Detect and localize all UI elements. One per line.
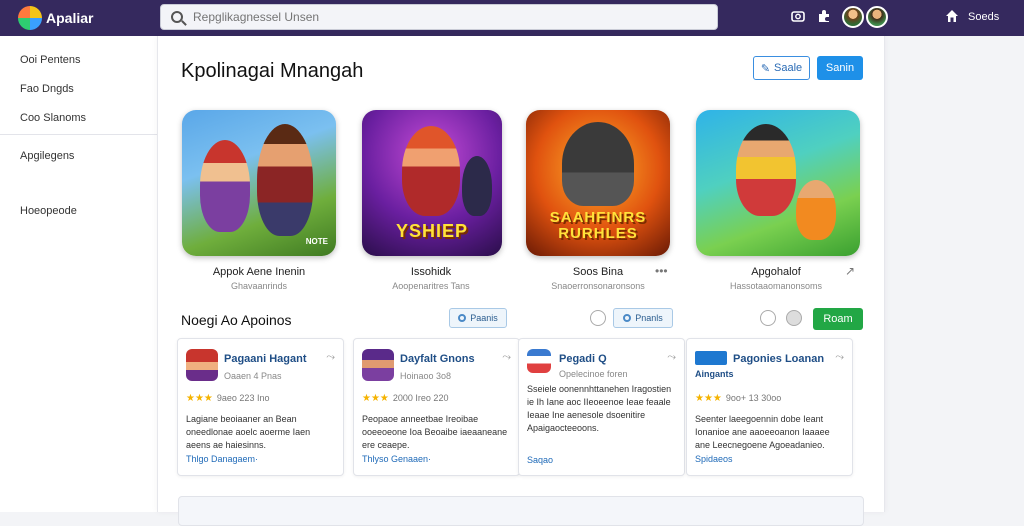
home-icon[interactable] xyxy=(944,9,960,25)
tile-subtitle: Ghavaanrinds xyxy=(230,281,288,291)
app-brand[interactable]: Apaliar xyxy=(46,10,93,26)
card-title[interactable]: Pagonies Loanan xyxy=(733,353,824,365)
app-card[interactable]: Pagaani Hagant ⤳ Oaaen 4 Pnas ★★★ 9aeo 22… xyxy=(177,338,344,476)
tile-logo-text: YSHIEP xyxy=(395,221,469,241)
radio-icon xyxy=(623,314,632,322)
camera-icon[interactable] xyxy=(790,9,806,25)
partial-card-row[interactable] xyxy=(178,496,864,526)
rating-meta: 9aeo 223 Ino xyxy=(216,393,270,403)
rating: ★★★ 2000 Ireo 220 xyxy=(362,393,449,404)
rating-meta: 2000 Ireo 220 xyxy=(392,393,449,403)
app-thumbnail xyxy=(695,351,727,365)
card-link[interactable]: Spidaeos xyxy=(695,454,733,464)
card-title[interactable]: Pegadi Q xyxy=(559,353,607,365)
tile-title[interactable]: Appok Aene Inenin xyxy=(179,266,339,278)
card-description: Peopaoe anneetbae Ireoibae ooeeoeone Ioa… xyxy=(362,414,508,450)
app-card[interactable]: Dayfalt Gnons ⤳ Hoinaoo 3o8 ★★★ 2000 Ireo… xyxy=(353,338,520,476)
tile-character xyxy=(200,140,250,232)
card-subtitle: Oaaen 4 Pnas xyxy=(224,371,282,381)
tile-subtitle: Aoopenaritres Tans xyxy=(392,281,470,291)
tile-title[interactable]: Soos Bina xyxy=(518,266,678,278)
tile-logo-text: SAAHFINRS RURHLES xyxy=(549,209,647,242)
share-icon[interactable]: ↗ xyxy=(845,264,855,278)
app-card[interactable]: Pagonies Loanan ⤳ Aingants ★★★ 9oo+ 13 30… xyxy=(686,338,853,476)
share-button[interactable]: ✎ Saale xyxy=(753,56,810,80)
tile-character xyxy=(257,124,313,236)
tile-tag: NOTE xyxy=(305,237,328,246)
avatar[interactable] xyxy=(842,6,864,28)
tile-character xyxy=(562,122,634,206)
top-bar: Apaliar Soeds xyxy=(0,0,1024,36)
app-thumbnail xyxy=(362,349,394,381)
featured-tile-4[interactable] xyxy=(696,110,860,256)
card-title[interactable]: Pagaani Hagant xyxy=(224,353,307,365)
avatar-secondary[interactable] xyxy=(866,6,888,28)
card-link[interactable]: Saqao xyxy=(527,455,553,465)
search-input[interactable] xyxy=(193,10,673,24)
card-subtitle: Hoinaoo 3o8 xyxy=(400,371,452,381)
radio-icon xyxy=(458,314,467,322)
tile-subtitle: Snaoerronsonaronsons xyxy=(551,281,645,291)
sidebar-item-4[interactable]: Apgilegens xyxy=(20,150,74,162)
tile-title[interactable]: Apgohalof xyxy=(696,266,856,278)
filter-chip-2[interactable]: Pnanls xyxy=(613,308,673,328)
card-subtitle: Aingants xyxy=(695,369,734,379)
page-title: Kpolinagai Mnangah xyxy=(181,60,364,82)
card-link[interactable]: Thlyso Genaaen· xyxy=(362,454,431,464)
app-logo-icon[interactable] xyxy=(18,6,42,30)
filter-chip-1[interactable]: Paanis xyxy=(449,308,507,328)
sidebar-item-1[interactable]: Ooi Pentens xyxy=(20,54,81,66)
home-label[interactable]: Soeds xyxy=(968,11,999,23)
share-button-label: Saale xyxy=(774,62,803,74)
app-thumbnail xyxy=(527,349,551,373)
featured-tile-1[interactable]: NOTE xyxy=(182,110,336,256)
puzzle-icon[interactable] xyxy=(816,9,832,25)
featured-tile-3[interactable]: SAAHFINRS RURHLES xyxy=(526,110,670,256)
filter-chip-label: Paanis xyxy=(470,313,498,323)
rating: ★★★ 9oo+ 13 30oo xyxy=(695,393,782,404)
sidebar-divider xyxy=(0,134,157,135)
tile-title[interactable]: Issohidk xyxy=(351,266,511,278)
section-action-button[interactable]: Roam xyxy=(813,308,863,330)
sidebar: Ooi Pentens Fao Dngds Coo Slanoms Apgile… xyxy=(0,36,157,512)
heart-icon[interactable] xyxy=(590,310,606,326)
tile-character xyxy=(736,124,796,216)
card-link[interactable]: Thlgo Danagaem· xyxy=(186,454,258,464)
card-description: Sseiele oonennhttanehen Iragostien ie Ih… xyxy=(527,384,672,433)
sidebar-item-5[interactable]: Hoeopeode xyxy=(20,205,77,217)
card-description: Seenter laeegoennin dobe Ieant Ionanioe … xyxy=(695,414,830,450)
heart-icon[interactable] xyxy=(760,310,776,326)
share-icon[interactable]: ⤳ xyxy=(667,351,676,364)
sidebar-item-2[interactable]: Fao Dngds xyxy=(20,83,74,95)
search-icon xyxy=(171,11,183,23)
rating: ★★★ 9aeo 223 Ino xyxy=(186,393,270,404)
more-options-icon[interactable]: ••• xyxy=(655,264,668,278)
rating-meta: 9oo+ 13 30oo xyxy=(725,393,782,403)
tile-character xyxy=(462,156,492,216)
app-thumbnail xyxy=(186,349,218,381)
primary-button[interactable]: Sanin xyxy=(817,56,863,80)
featured-tile-2[interactable]: YSHIEP xyxy=(362,110,502,256)
filter-chip-label: Pnanls xyxy=(635,313,663,323)
tile-character xyxy=(402,126,460,216)
search-box[interactable] xyxy=(160,4,718,30)
share-icon[interactable]: ⤳ xyxy=(326,351,335,364)
pencil-icon: ✎ xyxy=(760,62,771,75)
card-subtitle: Opelecinoe foren xyxy=(559,369,628,379)
tile-character xyxy=(796,180,836,240)
settings-icon[interactable] xyxy=(786,310,802,326)
card-title[interactable]: Dayfalt Gnons xyxy=(400,353,475,365)
main-panel: Kpolinagai Mnangah ✎ Saale Sanin NOTE Ap… xyxy=(157,36,885,526)
share-icon[interactable]: ⤳ xyxy=(835,351,844,364)
sidebar-item-3[interactable]: Coo Slanoms xyxy=(20,112,86,124)
share-icon[interactable]: ⤳ xyxy=(502,351,511,364)
card-description: Lagiane beoiaaner an Bean oneedlonae aoe… xyxy=(186,414,311,450)
section-title: Noegi Ao Apoinos xyxy=(181,312,292,328)
app-card[interactable]: Pegadi Q ⤳ Opelecinoe foren Sseiele oone… xyxy=(518,338,685,476)
tile-subtitle: Hassotaaomanonsoms xyxy=(729,281,823,291)
